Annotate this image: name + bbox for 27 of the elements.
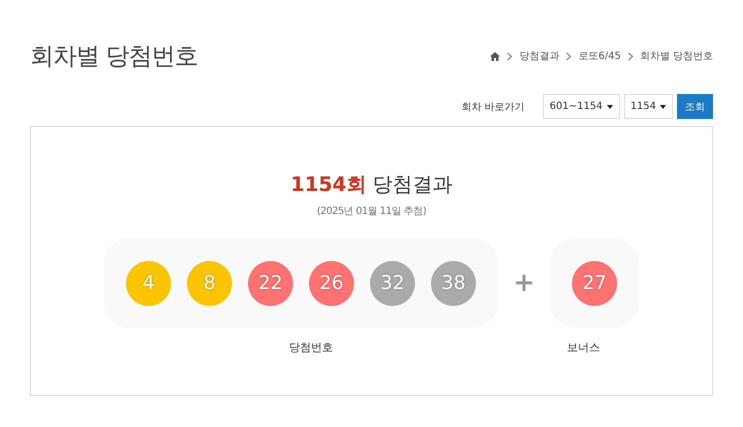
bonus-label: 보너스 [567, 341, 600, 354]
chevron-icon [506, 52, 514, 60]
home-icon[interactable] [490, 52, 500, 60]
caret-icon [660, 104, 666, 108]
number-ball: 4 [126, 260, 171, 306]
chevron-icon [626, 52, 634, 60]
number-ball: 38 [431, 260, 476, 306]
round-number: 1154회 [290, 171, 366, 198]
round-dropdown[interactable]: 1154 [624, 94, 673, 119]
draw-date: (2025년 01월 11일 추첨) [316, 205, 426, 218]
search-button[interactable]: 조회 [677, 94, 713, 119]
number-ball: 27 [572, 260, 617, 306]
chevron-icon [565, 52, 572, 60]
breadcrumb-link[interactable]: 당첨결과 [519, 49, 560, 63]
numbers-label: 당첨번호 [289, 341, 333, 354]
number-ball: 22 [248, 260, 293, 306]
number-ball: 8 [187, 260, 232, 306]
plus-sign: + [513, 267, 535, 300]
range-dropdown[interactable]: 601~1154 [542, 94, 620, 119]
page-title: 회차별 당첨번호 [30, 41, 198, 72]
round-nav-label: 회차 바로가기 [461, 100, 525, 114]
breadcrumb-link[interactable]: 로또6/45 [578, 49, 621, 63]
result-title: 당첨결과 [372, 171, 452, 198]
number-ball: 32 [370, 260, 415, 306]
number-ball: 26 [309, 260, 354, 306]
caret-icon [606, 104, 613, 108]
breadcrumb-link[interactable]: 회차별 당첨번호 [640, 49, 713, 63]
